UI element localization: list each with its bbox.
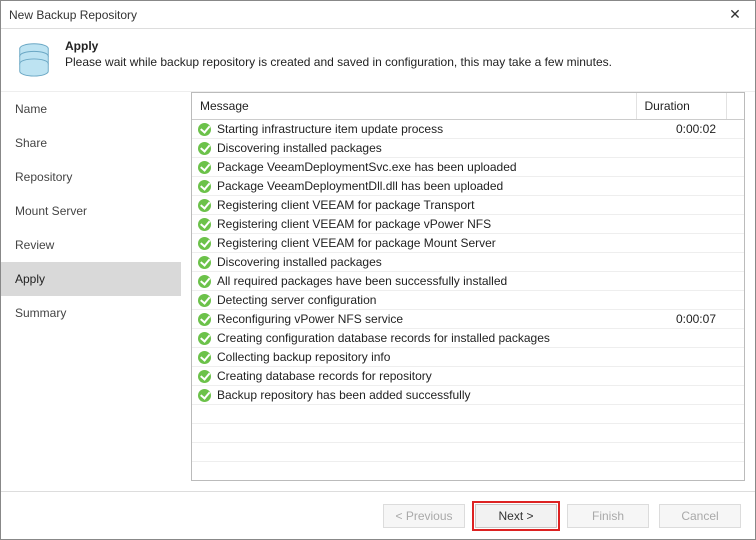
sidebar-item-name[interactable]: Name — [1, 92, 181, 126]
close-icon: ✕ — [729, 6, 741, 23]
log-row[interactable]: Discovering installed packages — [192, 253, 744, 272]
finish-button[interactable]: Finish — [567, 504, 649, 528]
log-row[interactable]: Registering client VEEAM for package Tra… — [192, 196, 744, 215]
log-message: Detecting server configuration — [217, 293, 376, 307]
step-description: Please wait while backup repository is c… — [65, 55, 612, 69]
log-row-empty — [192, 405, 744, 424]
log-duration — [636, 177, 726, 196]
log-row[interactable]: All required packages have been successf… — [192, 272, 744, 291]
log-duration — [636, 196, 726, 215]
log-duration — [636, 234, 726, 253]
log-message: Collecting backup repository info — [217, 350, 390, 364]
log-row[interactable]: Starting infrastructure item update proc… — [192, 120, 744, 139]
log-grid[interactable]: Message Duration Starting infrastructure… — [191, 92, 745, 481]
wizard-window: New Backup Repository ✕ Apply Please wai… — [0, 0, 756, 540]
log-table: Message Duration Starting infrastructure… — [192, 93, 744, 462]
success-icon — [198, 332, 211, 345]
previous-button[interactable]: < Previous — [383, 504, 465, 528]
log-row[interactable]: Backup repository has been added success… — [192, 386, 744, 405]
log-row[interactable]: Creating database records for repository — [192, 367, 744, 386]
log-message: Registering client VEEAM for package Tra… — [217, 198, 474, 212]
log-duration — [636, 291, 726, 310]
wizard-body: NameShareRepositoryMount ServerReviewApp… — [1, 91, 755, 491]
log-message: Creating configuration database records … — [217, 331, 550, 345]
success-icon — [198, 256, 211, 269]
col-duration[interactable]: Duration — [636, 93, 726, 120]
success-icon — [198, 389, 211, 402]
log-row[interactable]: Package VeeamDeploymentSvc.exe has been … — [192, 158, 744, 177]
col-message[interactable]: Message — [192, 93, 636, 120]
log-row[interactable]: Discovering installed packages — [192, 139, 744, 158]
header-text: Apply Please wait while backup repositor… — [65, 39, 612, 69]
success-icon — [198, 161, 211, 174]
log-message: Package VeeamDeploymentDll.dll has been … — [217, 179, 503, 193]
log-message: Registering client VEEAM for package vPo… — [217, 217, 491, 231]
log-duration — [636, 348, 726, 367]
sidebar-item-mount-server[interactable]: Mount Server — [1, 194, 181, 228]
wizard-footer: < Previous Next > Finish Cancel — [1, 491, 755, 539]
log-message: All required packages have been successf… — [217, 274, 507, 288]
titlebar: New Backup Repository ✕ — [1, 1, 755, 29]
wizard-steps-sidebar: NameShareRepositoryMount ServerReviewApp… — [1, 92, 181, 491]
log-row[interactable]: Creating configuration database records … — [192, 329, 744, 348]
success-icon — [198, 180, 211, 193]
col-spacer — [726, 93, 744, 120]
log-duration: 0:00:07 — [636, 310, 726, 329]
log-message: Package VeeamDeploymentSvc.exe has been … — [217, 160, 517, 174]
sidebar-item-review[interactable]: Review — [1, 228, 181, 262]
log-duration — [636, 158, 726, 177]
log-row[interactable]: Registering client VEEAM for package vPo… — [192, 215, 744, 234]
log-message: Registering client VEEAM for package Mou… — [217, 236, 496, 250]
repository-icon — [15, 39, 53, 77]
log-duration — [636, 386, 726, 405]
success-icon — [198, 370, 211, 383]
log-message: Discovering installed packages — [217, 255, 382, 269]
log-row[interactable]: Package VeeamDeploymentDll.dll has been … — [192, 177, 744, 196]
log-row[interactable]: Reconfiguring vPower NFS service 0:00:07 — [192, 310, 744, 329]
success-icon — [198, 123, 211, 136]
log-message: Backup repository has been added success… — [217, 388, 470, 402]
log-duration — [636, 253, 726, 272]
log-message: Reconfiguring vPower NFS service — [217, 312, 403, 326]
success-icon — [198, 351, 211, 364]
log-message: Starting infrastructure item update proc… — [217, 122, 443, 136]
log-duration — [636, 272, 726, 291]
log-row[interactable]: Registering client VEEAM for package Mou… — [192, 234, 744, 253]
window-title: New Backup Repository — [9, 8, 137, 22]
log-row-empty — [192, 424, 744, 443]
log-duration — [636, 215, 726, 234]
close-button[interactable]: ✕ — [715, 1, 755, 29]
log-message: Creating database records for repository — [217, 369, 432, 383]
log-duration: 0:00:02 — [636, 120, 726, 139]
log-duration — [636, 367, 726, 386]
success-icon — [198, 237, 211, 250]
sidebar-item-summary[interactable]: Summary — [1, 296, 181, 330]
success-icon — [198, 199, 211, 212]
success-icon — [198, 142, 211, 155]
cancel-button[interactable]: Cancel — [659, 504, 741, 528]
success-icon — [198, 218, 211, 231]
log-row[interactable]: Detecting server configuration — [192, 291, 744, 310]
wizard-main: Message Duration Starting infrastructure… — [181, 92, 755, 491]
log-duration — [636, 329, 726, 348]
success-icon — [198, 294, 211, 307]
success-icon — [198, 313, 211, 326]
sidebar-item-share[interactable]: Share — [1, 126, 181, 160]
success-icon — [198, 275, 211, 288]
sidebar-item-apply[interactable]: Apply — [1, 262, 181, 296]
sidebar-item-repository[interactable]: Repository — [1, 160, 181, 194]
log-row-empty — [192, 443, 744, 462]
wizard-header: Apply Please wait while backup repositor… — [1, 29, 755, 91]
log-message: Discovering installed packages — [217, 141, 382, 155]
next-button[interactable]: Next > — [475, 504, 557, 528]
log-row[interactable]: Collecting backup repository info — [192, 348, 744, 367]
step-title: Apply — [65, 39, 612, 53]
log-duration — [636, 139, 726, 158]
